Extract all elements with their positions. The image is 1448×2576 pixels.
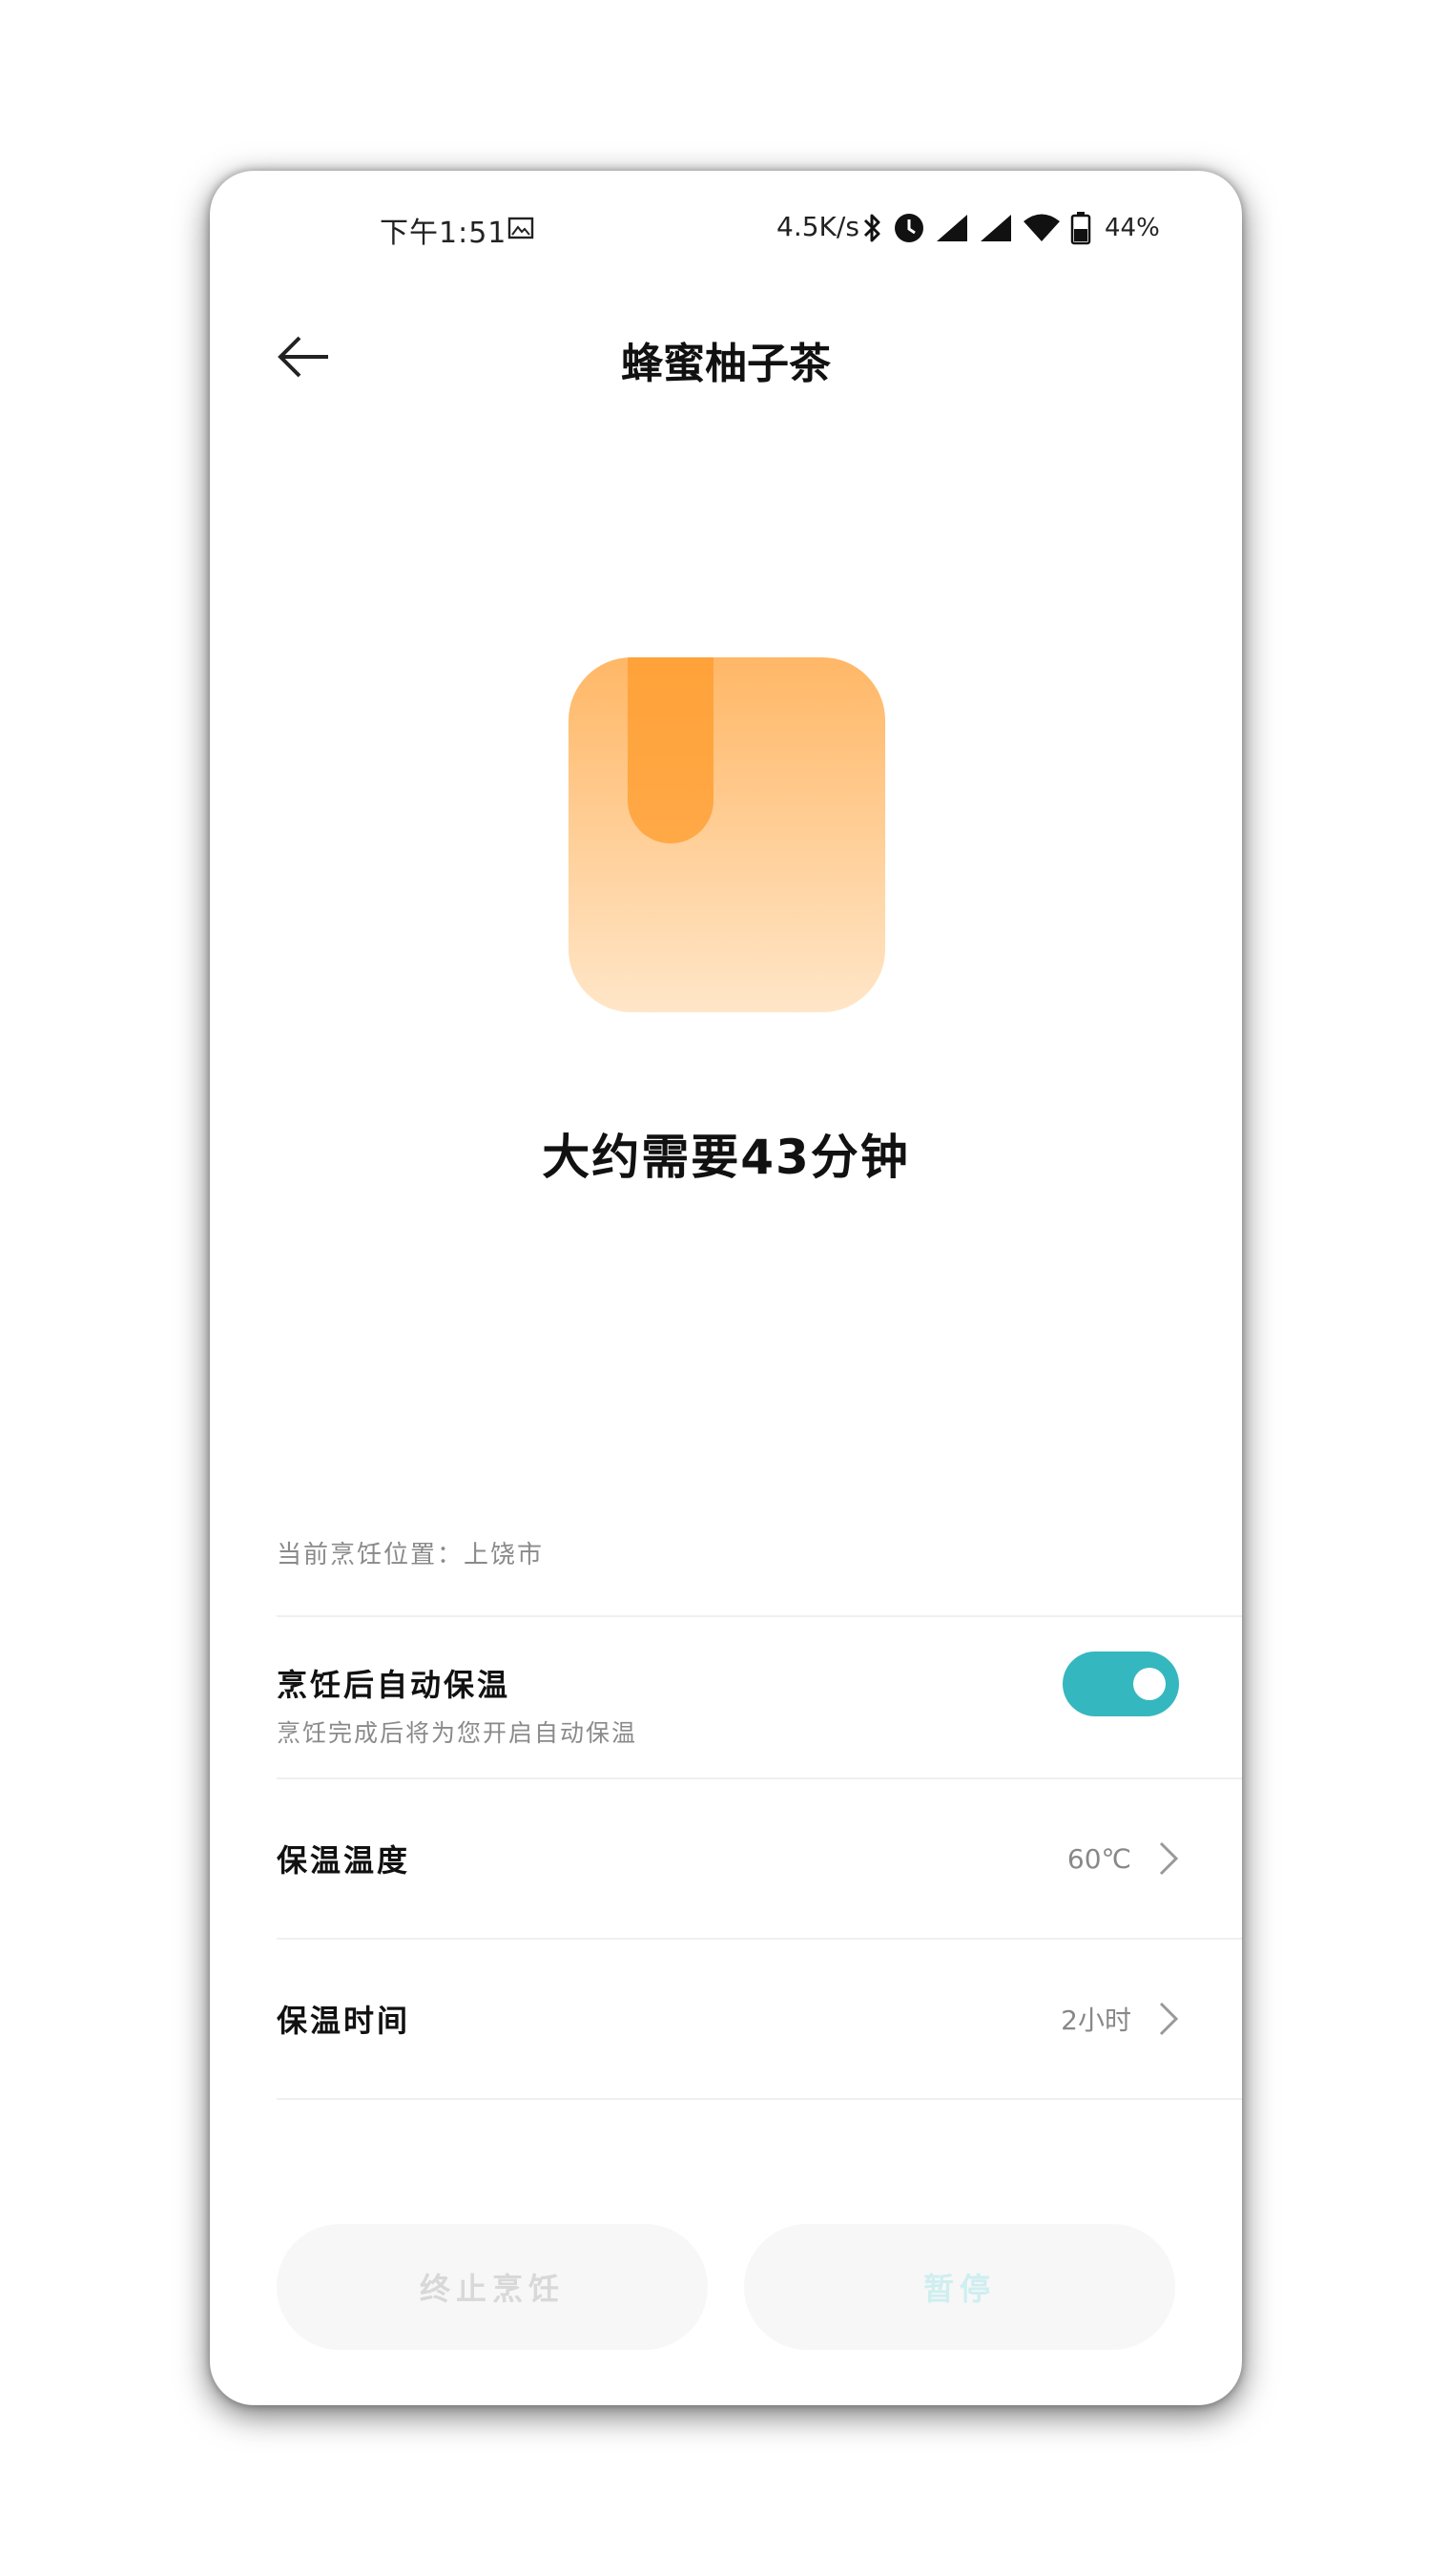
keep-warm-temperature-value: 60℃ (1066, 1842, 1131, 1875)
divider (277, 2098, 1242, 2100)
signal-icon-2 (981, 215, 1011, 241)
keep-warm-temperature-row[interactable]: 保温温度 60℃ (277, 1779, 1179, 1938)
status-time: 下午1:51 (380, 217, 507, 250)
wifi-icon (1024, 214, 1060, 241)
signal-icon-1 (937, 215, 967, 241)
gallery-icon (507, 217, 534, 239)
page-title: 蜂蜜柚子茶 (621, 340, 831, 388)
keep-warm-duration-title: 保温时间 (277, 2003, 411, 2039)
bottom-actions: 终止烹饪 暂停 (277, 2224, 1175, 2350)
keep-warm-title: 烹饪后自动保温 (277, 1667, 511, 1703)
phone-screen: 下午1:51 4.5K/s 44% 蜂蜜柚子茶 大约需要43分钟 当前烹饪位置：… (210, 171, 1242, 2405)
alarm-clock-icon (895, 214, 923, 242)
app-header: 蜂蜜柚子茶 (210, 304, 1242, 409)
divider (277, 1615, 1242, 1617)
recipe-book-illustration (569, 657, 885, 1012)
battery-icon (1070, 212, 1091, 245)
network-speed: 4.5K/s (776, 211, 859, 242)
cooking-time-estimate: 大约需要43分钟 (542, 1130, 910, 1185)
bluetooth-icon (863, 214, 880, 242)
keep-warm-row: 烹饪后自动保温 烹饪完成后将为您开启自动保温 (277, 1621, 1179, 1777)
battery-percent: 44% (1105, 214, 1160, 242)
keep-warm-toggle[interactable] (1063, 1652, 1179, 1716)
stop-cooking-button[interactable]: 终止烹饪 (277, 2224, 708, 2350)
pause-button[interactable]: 暂停 (744, 2224, 1175, 2350)
toggle-knob (1133, 1668, 1166, 1700)
keep-warm-subtitle: 烹饪完成后将为您开启自动保温 (277, 1719, 638, 1747)
status-bar: 下午1:51 4.5K/s 44% (210, 171, 1242, 285)
keep-warm-temperature-title: 保温温度 (277, 1842, 411, 1879)
keep-warm-duration-row[interactable]: 保温时间 2小时 (277, 1940, 1179, 2098)
keep-warm-duration-value: 2小时 (1061, 2005, 1131, 2036)
chevron-right-icon (1158, 1940, 1179, 2098)
cooking-location: 当前烹饪位置：上饶市 (277, 1541, 545, 1569)
chevron-right-icon (1158, 1779, 1179, 1938)
status-icons: 44% (862, 211, 1160, 245)
